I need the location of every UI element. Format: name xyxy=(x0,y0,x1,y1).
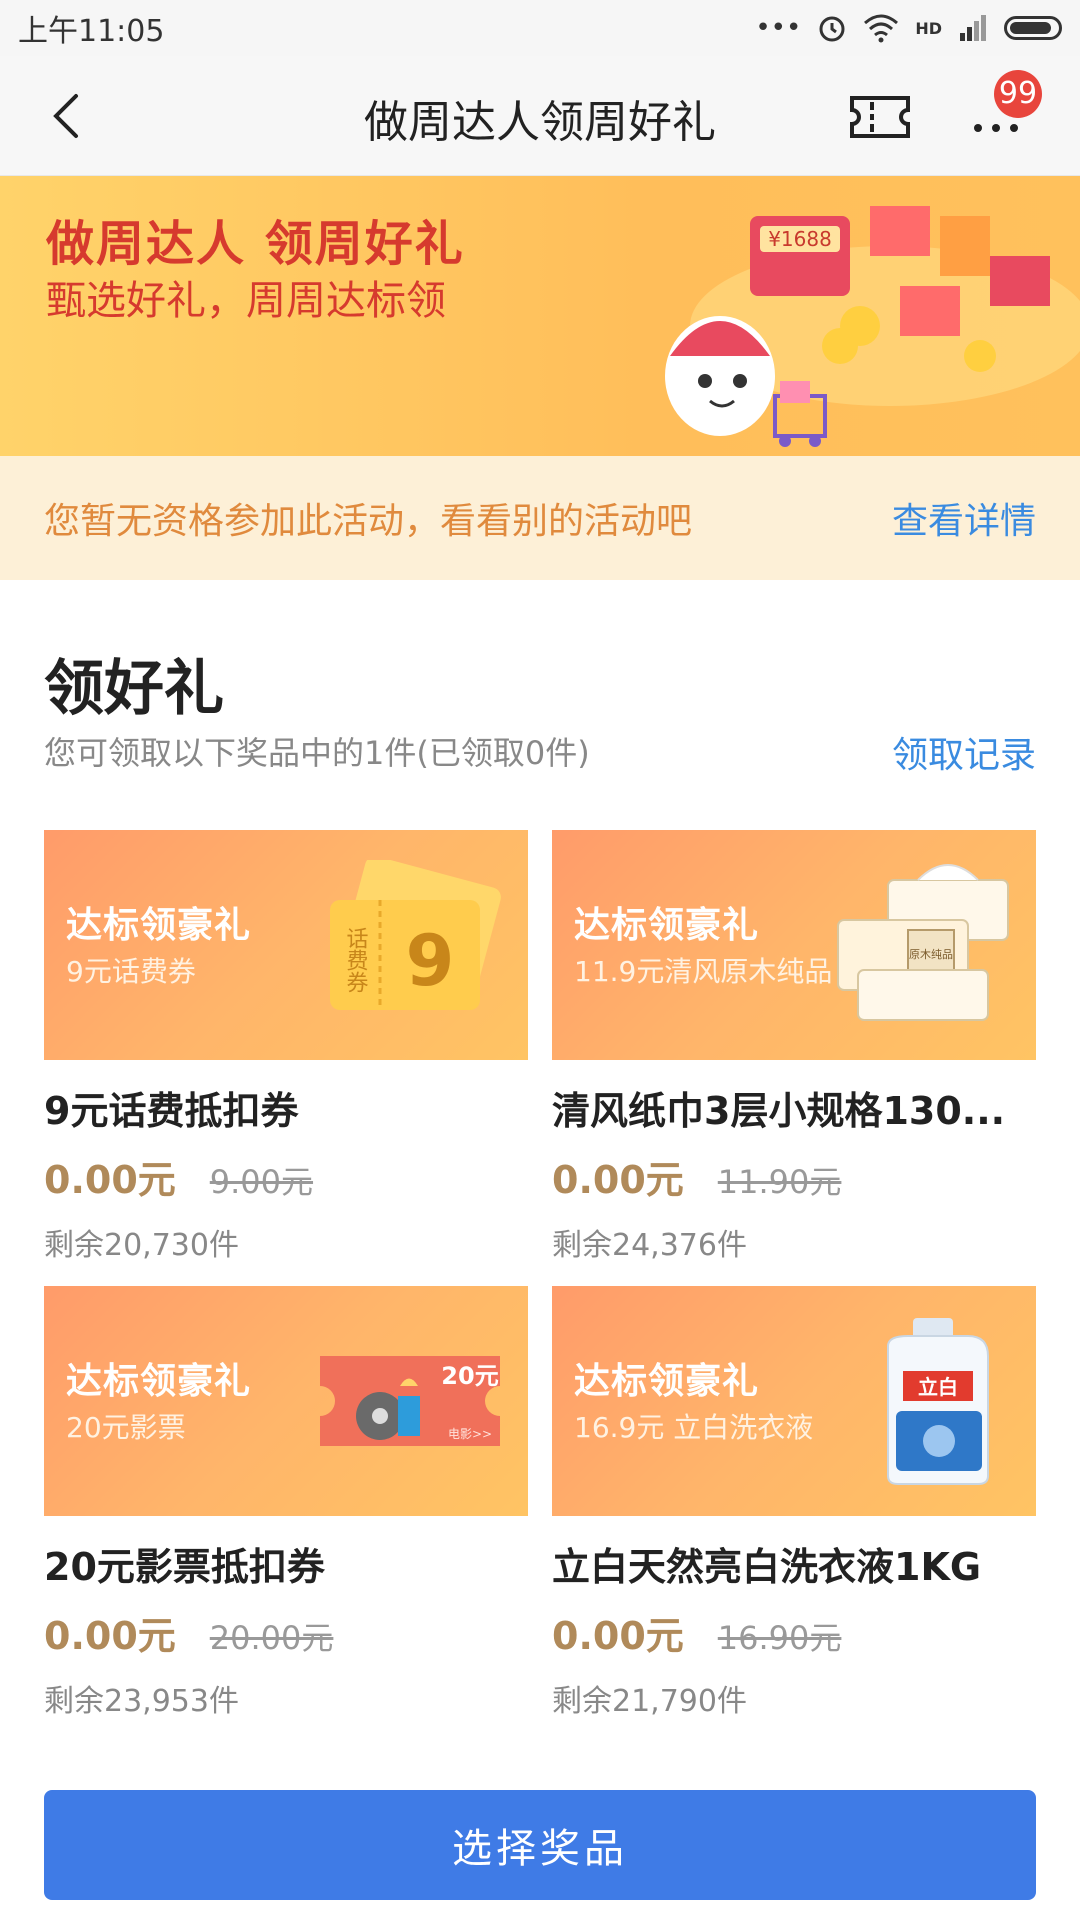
signal-icon xyxy=(960,15,986,41)
prize-prices: 0.00元 20.00元 xyxy=(44,1605,528,1660)
more-dots-icon: ••• xyxy=(755,13,802,43)
prize-prices: 0.00元 11.90元 xyxy=(552,1149,1036,1204)
prize-card-image: 达标领豪礼 9元话费券 话费券 9 xyxy=(44,830,528,1060)
ticket-button[interactable] xyxy=(848,92,912,142)
movie-ticket-icon: 20元 电影>> xyxy=(320,1356,500,1446)
banner-price-tag: ¥1688 xyxy=(768,227,832,251)
prize-remaining: 剩余23,953件 xyxy=(44,1684,239,1719)
battery-icon xyxy=(1004,16,1062,40)
claim-history-link[interactable]: 领取记录 xyxy=(892,726,1036,778)
prize-tag-subtitle: 16.9元 立白洗衣液 xyxy=(574,1411,814,1444)
voucher-amount: 9 xyxy=(406,920,455,1002)
prize-tag-subtitle: 20元影票 xyxy=(66,1411,186,1444)
tissue-pack-icon: 原木纯品 xyxy=(837,864,1009,1021)
prize-tag-subtitle: 9元话费券 xyxy=(66,955,196,988)
prize-remaining: 剩余24,376件 xyxy=(552,1228,747,1263)
detergent-bottle-icon: 立白 xyxy=(887,1318,989,1485)
section-title: 领好礼 xyxy=(44,654,224,724)
prize-price-current: 0.00元 xyxy=(552,1614,684,1658)
voucher-label: 话费券 xyxy=(343,927,369,993)
prize-tag: 达标领豪礼 xyxy=(574,1361,760,1402)
view-details-link[interactable]: 查看详情 xyxy=(892,492,1036,544)
prize-price-current: 0.00元 xyxy=(44,1158,176,1202)
prize-card[interactable]: 达标领豪礼 16.9元 立白洗衣液 立白 立白天然亮白洗衣液1KG 0.00元 … xyxy=(552,1286,1036,1720)
prize-card-image: 达标领豪礼 11.9元清风原木纯品 原木纯品 xyxy=(552,830,1036,1060)
prize-name: 立白天然亮白洗衣液1KG xyxy=(552,1545,982,1589)
status-bar: 上午11:05 ••• HD xyxy=(0,0,1080,56)
prize-card-image: 达标领豪礼 20元影票 20元 电影>> xyxy=(44,1286,528,1516)
select-prize-button[interactable]: 选择奖品 xyxy=(44,1790,1036,1900)
tissue-brand-label: 原木纯品 xyxy=(909,948,953,961)
prize-remaining: 剩余21,790件 xyxy=(552,1684,747,1719)
prize-price-original: 16.90元 xyxy=(717,1619,842,1657)
wifi-icon xyxy=(864,14,899,43)
phone-credit-voucher-icon: 话费券 9 xyxy=(330,860,501,1010)
ticket-value: 20元 xyxy=(441,1362,498,1390)
prize-name: 9元话费抵扣券 xyxy=(44,1089,299,1133)
page-title: 做周达人领周好礼 xyxy=(364,97,716,148)
prize-card[interactable]: 达标领豪礼 20元影票 20元 电影>> 20元影票抵扣券 0.00元 20.0… xyxy=(44,1286,528,1720)
prize-tag: 达标领豪礼 xyxy=(66,1361,252,1402)
status-icons: ••• HD xyxy=(755,13,1062,43)
prize-prices: 0.00元 9.00元 xyxy=(44,1149,528,1204)
promo-banner: 做周达人 领周好礼 甄选好礼，周周达标领 ¥1688 xyxy=(0,176,1080,456)
prize-price-original: 9.00元 xyxy=(209,1163,314,1201)
network-type-label: HD xyxy=(915,18,942,38)
prize-tag: 达标领豪礼 xyxy=(66,905,252,946)
prize-price-original: 11.90元 xyxy=(717,1163,842,1201)
prize-remaining: 剩余20,730件 xyxy=(44,1228,239,1263)
alarm-icon xyxy=(819,16,845,42)
status-time: 上午11:05 xyxy=(18,14,165,49)
ticket-caption: 电影>> xyxy=(448,1427,492,1441)
prize-name: 清风纸巾3层小规格130... xyxy=(552,1089,1006,1133)
detergent-brand: 立白 xyxy=(918,1375,958,1399)
banner-mascot-illustration: ¥1688 xyxy=(665,206,1080,447)
prize-tag-subtitle: 11.9元清风原木纯品 xyxy=(574,955,833,988)
eligibility-notice: 您暂无资格参加此活动，看看别的活动吧 查看详情 xyxy=(0,456,1080,580)
prize-card[interactable]: 达标领豪礼 9元话费券 话费券 9 9元话费抵扣券 0.00元 9.00元 剩余… xyxy=(44,830,528,1264)
notice-text: 您暂无资格参加此活动，看看别的活动吧 xyxy=(44,501,693,542)
prize-name: 20元影票抵扣券 xyxy=(44,1545,325,1589)
prize-prices: 0.00元 16.90元 xyxy=(552,1605,1036,1660)
prize-card-image: 达标领豪礼 16.9元 立白洗衣液 立白 xyxy=(552,1286,1036,1516)
prize-price-original: 20.00元 xyxy=(209,1619,334,1657)
section-subtitle: 您可领取以下奖品中的1件(已领取0件) xyxy=(44,734,590,772)
navigation-bar: 做周达人领周好礼 99 xyxy=(0,56,1080,176)
prize-card[interactable]: 达标领豪礼 11.9元清风原木纯品 原木纯品 清风纸巾3层小规格130... 0… xyxy=(552,830,1036,1264)
prize-tag: 达标领豪礼 xyxy=(574,905,760,946)
banner-subtitle: 甄选好礼，周周达标领 xyxy=(46,278,446,324)
prize-price-current: 0.00元 xyxy=(552,1158,684,1202)
notification-badge: 99 xyxy=(994,70,1042,118)
prize-price-current: 0.00元 xyxy=(44,1614,176,1658)
ticket-icon xyxy=(850,96,910,138)
banner-title: 做周达人 领周好礼 xyxy=(46,216,465,272)
